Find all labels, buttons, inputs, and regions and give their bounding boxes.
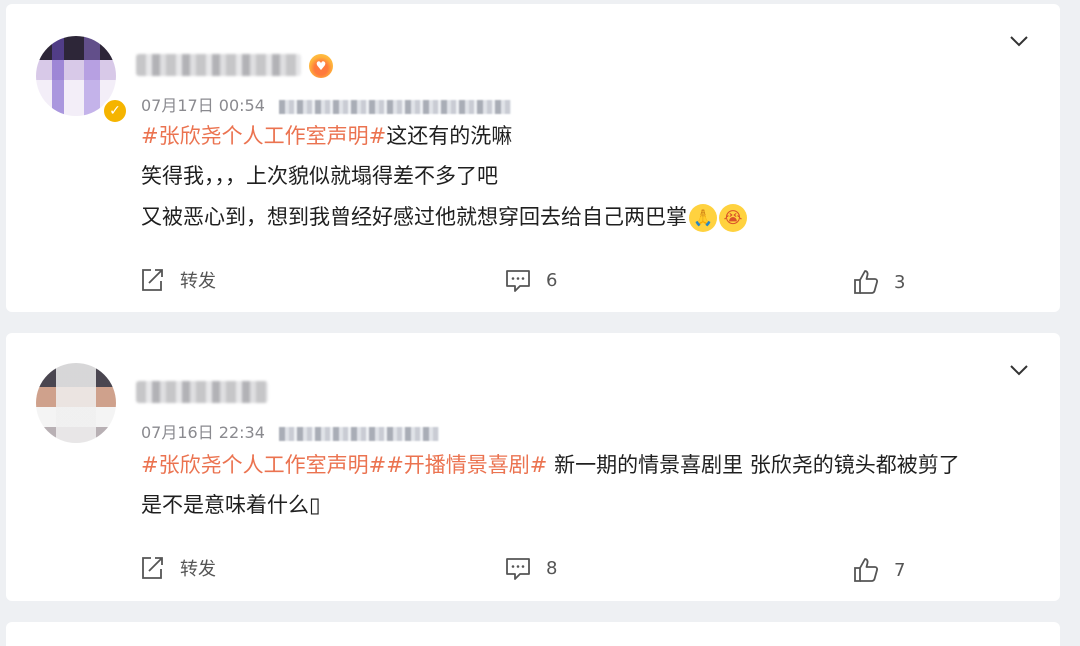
like-button[interactable]: 3 — [852, 268, 905, 296]
comment-button[interactable]: 6 — [504, 266, 557, 294]
repost-icon — [142, 269, 163, 291]
avatar[interactable] — [36, 363, 116, 443]
weibo-feed: ✓ ♥ 07月17日 00:54 #张欣尧个人工作室声明#这还有的洗嘛 笑得我，… — [0, 0, 1080, 646]
post-text-line: 是不是意味着什么▯ — [141, 493, 321, 517]
like-count: 3 — [894, 271, 906, 293]
chevron-down-icon[interactable] — [1008, 359, 1030, 381]
comment-icon — [506, 270, 530, 292]
verified-badge-icon: ✓ — [102, 98, 128, 124]
repost-label: 转发 — [180, 271, 216, 292]
like-icon — [854, 270, 879, 294]
username-blurred[interactable] — [136, 54, 301, 76]
crying-emoji-icon: 😭 — [719, 204, 747, 232]
post-text-line: #张欣尧个人工作室声明##开播情景喜剧# 新一期的情景喜剧里 张欣尧的镜头都被剪… — [141, 453, 960, 478]
member-emoji-icon: ♥ — [309, 54, 333, 78]
post-meta: 07月17日 00:54 — [141, 92, 511, 116]
post-text: 新一期的情景喜剧里 张欣尧的镜头都被剪了 — [547, 453, 960, 477]
username-blurred[interactable] — [136, 381, 268, 403]
topic-link[interactable]: #张欣尧个人工作室声明# — [141, 124, 386, 148]
timestamp[interactable]: 07月17日 00:54 — [141, 96, 265, 115]
comment-count: 6 — [546, 269, 558, 291]
repost-button[interactable]: 转发 — [138, 266, 216, 294]
timestamp[interactable]: 07月16日 22:34 — [141, 423, 265, 442]
source-blurred — [278, 426, 439, 441]
topic-link[interactable]: #张欣尧个人工作室声明##开播情景喜剧# — [141, 453, 547, 477]
post-text-line: 又被恶心到，想到我曾经好感过他就想穿回去给自己两巴掌 🙏 😭 — [141, 204, 747, 232]
like-button[interactable]: 7 — [852, 556, 905, 584]
post-text: 这还有的洗嘛 — [386, 124, 513, 148]
post-card: 07月16日 22:34 #张欣尧个人工作室声明##开播情景喜剧# 新一期的情景… — [6, 333, 1060, 601]
post-text-line: 笑得我，，，上次貌似就塌得差不多了吧 — [141, 164, 498, 188]
post-text-line: #张欣尧个人工作室声明#这还有的洗嘛 — [141, 124, 512, 149]
post-card: ✓ ♥ 07月17日 00:54 #张欣尧个人工作室声明#这还有的洗嘛 笑得我，… — [6, 4, 1060, 312]
repost-icon — [142, 557, 163, 579]
repost-label: 转发 — [180, 559, 216, 580]
post-card-partial — [6, 622, 1060, 646]
like-icon — [854, 558, 879, 582]
comment-icon — [506, 558, 530, 580]
post-meta: 07月16日 22:34 — [141, 419, 439, 443]
comment-button[interactable]: 8 — [504, 554, 557, 582]
source-blurred — [278, 99, 511, 114]
post-text: 又被恶心到，想到我曾经好感过他就想穿回去给自己两巴掌 — [141, 205, 687, 229]
like-count: 7 — [894, 559, 906, 581]
chevron-down-icon[interactable] — [1008, 30, 1030, 52]
comment-count: 8 — [546, 557, 558, 579]
repost-button[interactable]: 转发 — [138, 554, 216, 582]
pray-emoji-icon: 🙏 — [689, 204, 717, 232]
